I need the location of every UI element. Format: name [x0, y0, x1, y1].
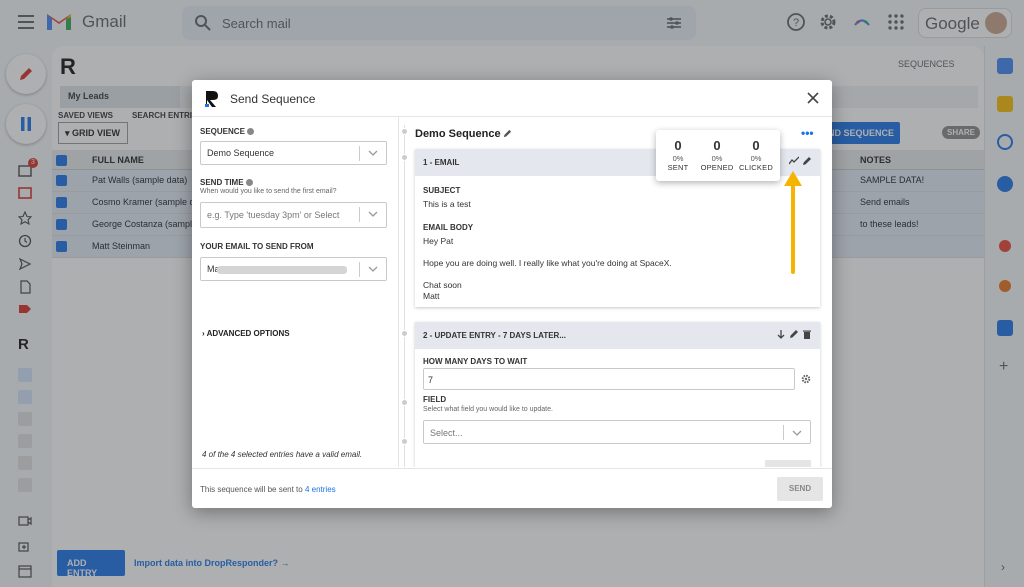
arrow-down-icon[interactable]: [776, 329, 786, 339]
advanced-options-toggle[interactable]: › ADVANCED OPTIONS: [202, 329, 290, 338]
stat-label: SENT: [667, 163, 689, 172]
send-time-help: When would you like to send the first em…: [200, 188, 337, 195]
timeline-dot: [401, 128, 408, 135]
edit-pencil-icon[interactable]: [789, 329, 799, 339]
chevron-down-icon[interactable]: [792, 429, 802, 437]
modal-footer: This sequence will be sent to 4 entries …: [192, 468, 832, 508]
sequence-settings-panel: SEQUENCE Demo Sequence SEND TIME When wo…: [192, 117, 399, 467]
field-select-placeholder: Select...: [430, 428, 463, 438]
stat-opened: 0 0% OPENED: [697, 138, 737, 172]
field-help: Select what field you would like to upda…: [423, 406, 553, 413]
update-step-header: 2 - UPDATE ENTRY - 7 DAYS LATER...: [415, 322, 820, 349]
info-icon[interactable]: [247, 128, 255, 136]
email-stats-popup: 0 0% SENT 0 0% OPENED 0 0% CLICKED: [656, 130, 780, 181]
field-select[interactable]: Select...: [423, 420, 811, 444]
email-body-line: Chat soon: [423, 280, 462, 290]
subject-label: SUBJECT: [423, 186, 461, 195]
send-button[interactable]: SEND: [777, 477, 823, 501]
chevron-down-icon[interactable]: [368, 210, 378, 218]
valid-email-note: 4 of the 4 selected entries have a valid…: [202, 450, 363, 459]
chevron-down-icon[interactable]: [368, 149, 378, 157]
email-step-title: 1 - EMAIL: [423, 158, 460, 167]
days-to-wait-input[interactable]: 7: [423, 368, 795, 390]
info-icon[interactable]: [245, 179, 253, 187]
sequence-label: SEQUENCE: [200, 127, 255, 136]
from-email-select[interactable]: Ma: [200, 257, 387, 281]
from-email-label: YOUR EMAIL TO SEND FROM: [200, 242, 314, 251]
footer-summary: This sequence will be sent to 4 entries: [200, 485, 336, 494]
timeline-dot: [401, 438, 408, 445]
modal-header: Send Sequence: [192, 80, 832, 117]
stat-count: 0: [674, 138, 682, 153]
sequence-name: Demo Sequence: [415, 128, 501, 140]
stat-percent: 0%: [711, 154, 723, 163]
entries-link[interactable]: 4 entries: [305, 485, 336, 494]
timeline-dot: [401, 330, 408, 337]
timeline-line: [404, 125, 405, 467]
stat-sent: 0 0% SENT: [658, 138, 698, 172]
trash-icon[interactable]: [802, 329, 812, 339]
stat-clicked: 0 0% CLICKED: [736, 138, 776, 172]
stat-label: CLICKED: [739, 163, 773, 172]
days-to-wait-value: 7: [428, 375, 434, 385]
email-body-line: Hey Pat: [423, 236, 454, 246]
sequence-select[interactable]: Demo Sequence: [200, 141, 387, 165]
stat-percent: 0%: [750, 154, 762, 163]
send-time-label: SEND TIME: [200, 178, 253, 187]
dropresponder-logo-icon: [205, 91, 218, 107]
sequence-select-value: Demo Sequence: [207, 148, 275, 158]
stats-chart-icon[interactable]: [789, 156, 799, 166]
gear-icon[interactable]: [801, 374, 811, 384]
days-to-wait-label: HOW MANY DAYS TO WAIT: [423, 357, 528, 366]
edit-pencil-icon[interactable]: [503, 129, 512, 138]
email-body-label: EMAIL BODY: [423, 223, 474, 232]
more-options-icon[interactable]: •••: [801, 126, 814, 140]
send-time-select[interactable]: e.g. Type 'tuesday 3pm' or Select: [200, 202, 387, 228]
field-label: FIELD: [423, 395, 447, 404]
email-body-line: Hope you are doing well. I really like w…: [423, 258, 672, 268]
chevron-down-icon[interactable]: [368, 265, 378, 273]
stat-label: OPENED: [700, 163, 734, 172]
send-time-input[interactable]: e.g. Type 'tuesday 3pm' or Select: [207, 210, 339, 220]
email-body-line: Matt: [423, 291, 440, 301]
annotation-arrow-icon: [784, 171, 802, 274]
timeline-dot: [401, 399, 408, 406]
edit-pencil-icon[interactable]: [802, 156, 812, 166]
modal-title: Send Sequence: [230, 92, 316, 106]
stat-count: 0: [713, 138, 721, 153]
timeline-dot: [401, 154, 408, 161]
subject-value: This is a test: [423, 199, 471, 209]
update-entry-step-card: 2 - UPDATE ENTRY - 7 DAYS LATER... HOW M…: [415, 322, 820, 467]
redacted-email: [217, 266, 347, 274]
update-step-title: 2 - UPDATE ENTRY - 7 DAYS LATER...: [423, 331, 566, 340]
close-icon[interactable]: [806, 91, 820, 105]
update-step-save-button[interactable]: [765, 460, 811, 467]
stat-count: 0: [752, 138, 760, 153]
stat-percent: 0%: [672, 154, 684, 163]
